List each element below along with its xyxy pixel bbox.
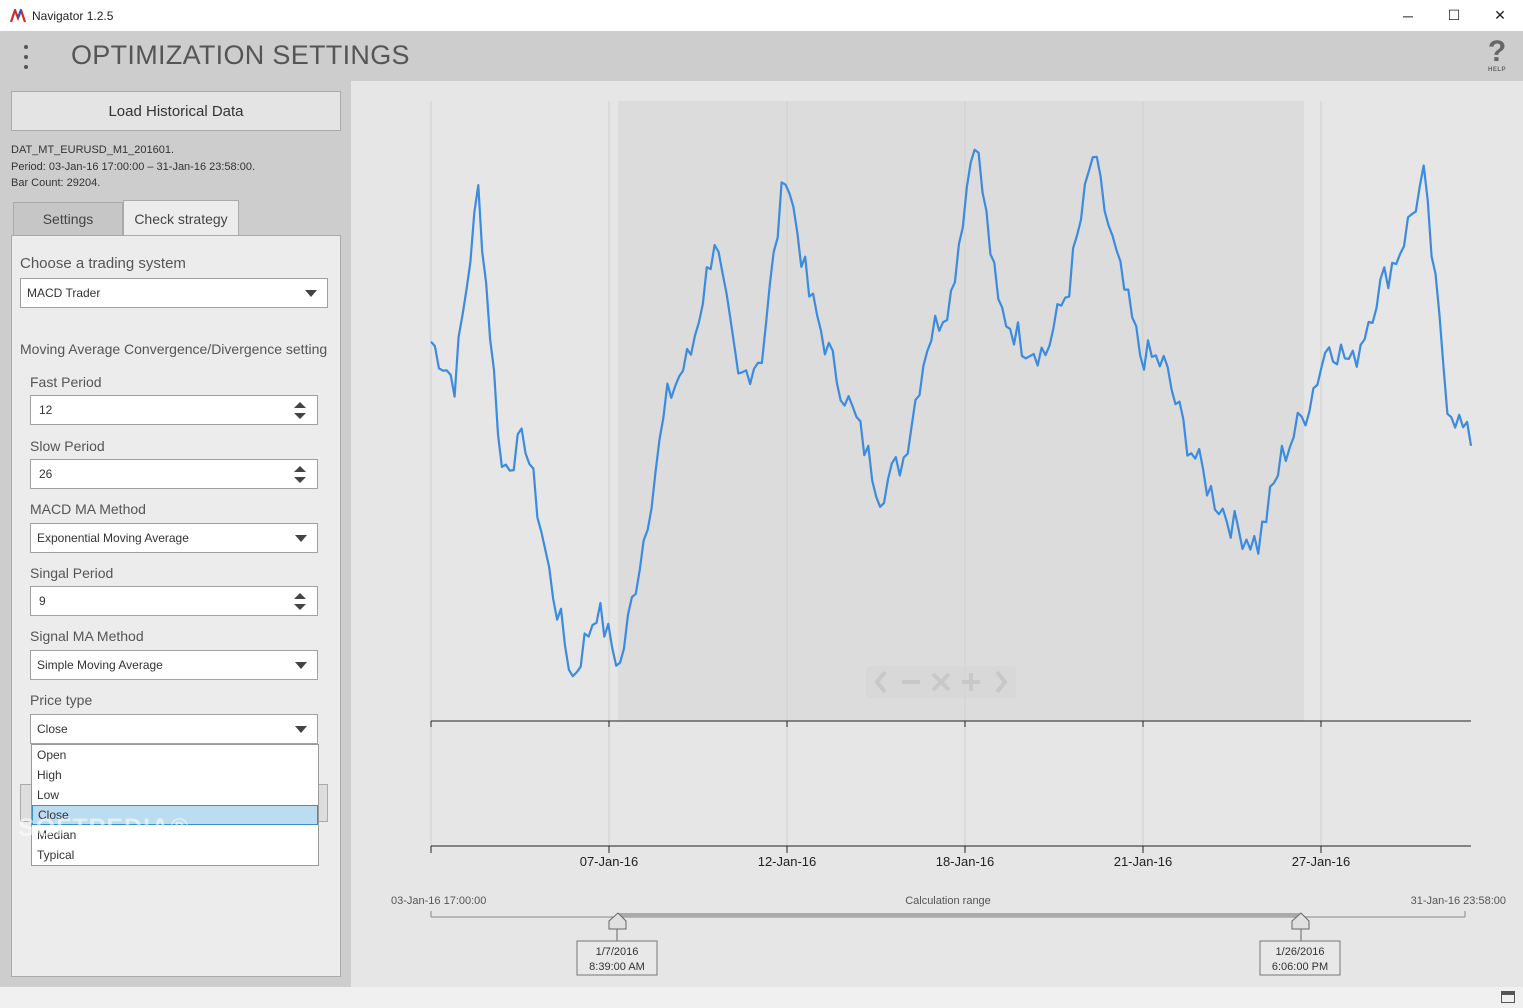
dropdown-option-open[interactable]: Open — [32, 745, 318, 765]
window-layout-icon[interactable] — [1501, 991, 1515, 1003]
decrement-icon[interactable] — [294, 413, 306, 419]
fast-period-label: Fast Period — [30, 374, 102, 390]
left-handle-date: 1/7/2016 — [596, 946, 639, 958]
increment-icon[interactable] — [294, 402, 306, 408]
price-type-value: Close — [37, 722, 68, 736]
macd-ma-method-select[interactable]: Exponential Moving Average — [30, 523, 318, 553]
check-strategy-panel: Choose a trading system MACD Trader Movi… — [11, 235, 341, 977]
price-type-label: Price type — [30, 692, 93, 708]
tab-check-strategy[interactable]: Check strategy — [123, 200, 239, 236]
dropdown-option-typical[interactable]: Typical — [32, 845, 318, 865]
signal-ma-method-value: Simple Moving Average — [37, 658, 163, 672]
x-tick-label: 27-Jan-16 — [1292, 854, 1351, 869]
trading-system-label: Choose a trading system — [20, 255, 186, 272]
slow-period-value: 26 — [39, 467, 53, 481]
help-button[interactable]: ? HELP — [1485, 37, 1509, 77]
range-start-label: 03-Jan-16 17:00:00 — [391, 895, 486, 907]
title-bar: Navigator 1.2.5 ─ ☐ ✕ — [0, 0, 1523, 31]
right-handle-date: 1/26/2016 — [1276, 946, 1325, 958]
x-tick-label: 18-Jan-16 — [936, 854, 995, 869]
trading-system-select[interactable]: MACD Trader — [20, 278, 328, 308]
slow-period-label: Slow Period — [30, 438, 105, 454]
status-bar — [0, 987, 1523, 1008]
range-end-label: 31-Jan-16 23:58:00 — [1411, 895, 1506, 907]
price-type-select[interactable]: Close — [30, 714, 318, 744]
x-tick-label: 21-Jan-16 — [1114, 854, 1173, 869]
chevron-down-icon — [305, 290, 317, 297]
signal-period-stepper[interactable]: 9 — [30, 586, 318, 616]
increment-icon[interactable] — [294, 593, 306, 599]
file-period: Period: 03-Jan-16 17:00:00 – 31-Jan-16 2… — [11, 160, 256, 173]
trading-system-value: MACD Trader — [27, 286, 101, 300]
signal-ma-method-select[interactable]: Simple Moving Average — [30, 650, 318, 680]
dropdown-option-low[interactable]: Low — [32, 785, 318, 805]
chevron-down-icon — [295, 662, 307, 669]
signal-period-value: 9 — [39, 594, 46, 608]
help-icon: ? — [1487, 35, 1507, 68]
decrement-icon[interactable] — [294, 604, 306, 610]
help-label: HELP — [1487, 67, 1506, 73]
window-title: Navigator 1.2.5 — [32, 8, 114, 23]
chevron-down-icon — [295, 726, 307, 733]
upper-axis-ticks — [430, 721, 1322, 727]
app-header: OPTIMIZATION SETTINGS ? HELP — [0, 31, 1523, 81]
lower-axis-ticks — [430, 846, 1322, 853]
close-button[interactable]: ✕ — [1477, 0, 1523, 31]
page-title: OPTIMIZATION SETTINGS — [71, 40, 410, 70]
x-tick-label: 07-Jan-16 — [580, 854, 639, 869]
left-panel: Load Historical Data DAT_MT_EURUSD_M1_20… — [0, 81, 351, 987]
macd-section-label: Moving Average Convergence/Divergence se… — [20, 341, 328, 357]
selected-range-shade — [618, 101, 1304, 721]
x-tick-label: 12-Jan-16 — [758, 854, 817, 869]
chart-area: 07-Jan-16 12-Jan-16 18-Jan-16 21-Jan-16 … — [351, 81, 1523, 987]
fast-period-stepper[interactable]: 12 — [30, 395, 318, 425]
increment-icon[interactable] — [294, 466, 306, 472]
maximize-button[interactable]: ☐ — [1431, 0, 1477, 31]
load-historical-data-button[interactable]: Load Historical Data — [11, 91, 341, 131]
signal-period-label: Singal Period — [30, 565, 114, 581]
tab-settings[interactable]: Settings — [13, 202, 123, 235]
price-type-dropdown: Open High Low Close Median Typical — [31, 744, 319, 866]
price-chart[interactable]: 07-Jan-16 12-Jan-16 18-Jan-16 21-Jan-16 … — [351, 81, 1523, 987]
macd-ma-method-label: MACD MA Method — [30, 501, 146, 517]
decrement-icon[interactable] — [294, 477, 306, 483]
fast-period-value: 12 — [39, 403, 53, 417]
minimize-button[interactable]: ─ — [1385, 0, 1431, 31]
left-handle-time: 8:39:00 AM — [589, 961, 645, 973]
file-info: DAT_MT_EURUSD_M1_201601. Period: 03-Jan-… — [11, 142, 255, 192]
menu-icon[interactable] — [18, 45, 34, 69]
dropdown-option-high[interactable]: High — [32, 765, 318, 785]
watermark: SOFTPEDIA® — [18, 814, 190, 842]
chevron-down-icon — [295, 535, 307, 542]
tab-bar: Settings Check strategy — [13, 200, 239, 236]
range-selection-bar[interactable] — [618, 913, 1301, 917]
zoom-controls — [866, 666, 1016, 698]
macd-ma-method-value: Exponential Moving Average — [37, 531, 189, 545]
app-logo-icon — [10, 8, 26, 22]
signal-ma-method-label: Signal MA Method — [30, 628, 144, 644]
file-name: DAT_MT_EURUSD_M1_201601. — [11, 144, 175, 156]
range-label: Calculation range — [905, 895, 991, 907]
slow-period-stepper[interactable]: 26 — [30, 459, 318, 489]
bar-count: Bar Count: 29204. — [11, 177, 101, 189]
right-handle-time: 6:06:00 PM — [1272, 961, 1328, 973]
